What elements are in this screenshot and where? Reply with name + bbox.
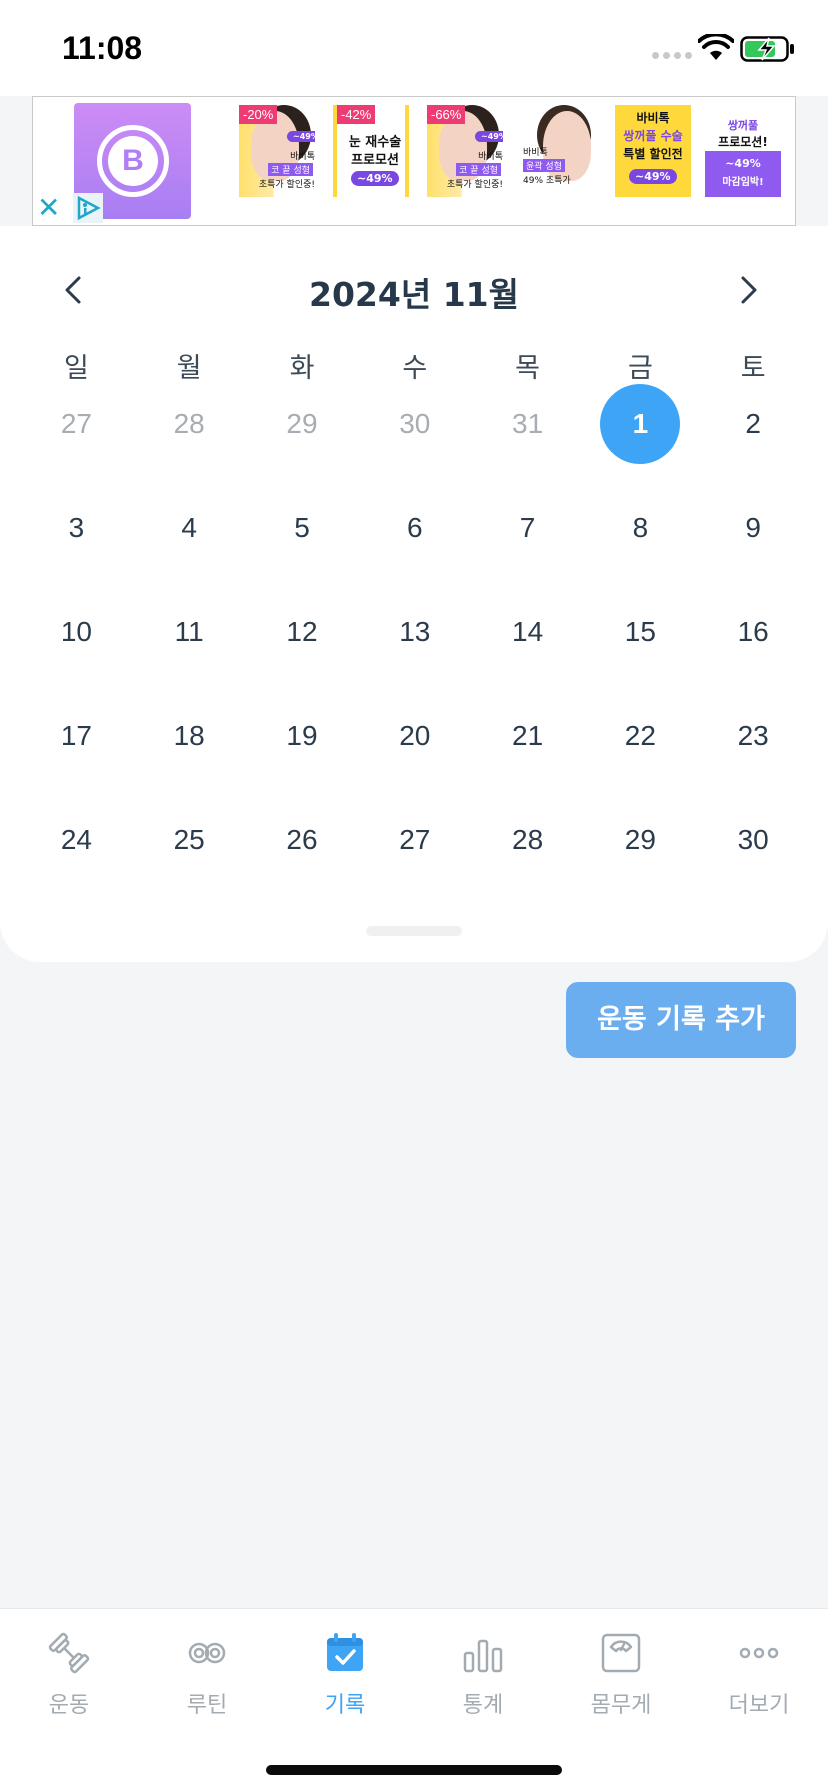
status-time: 11:08 (62, 30, 143, 66)
tab-label: 더보기 (728, 1693, 790, 1718)
calendar-week: 24 25 26 27 28 29 30 (20, 800, 810, 904)
more-dots-icon (739, 1647, 779, 1659)
calendar-day[interactable]: 31 (471, 384, 584, 488)
ad-tile[interactable]: -20% ~49% 바비톡 코 끝 성형 초특가 할인중! (239, 105, 315, 197)
calendar-day[interactable]: 22 (584, 696, 697, 800)
tab-more[interactable]: 더보기 (690, 1629, 828, 1729)
add-workout-record-button[interactable]: 운동 기록 추가 (566, 982, 796, 1058)
ad-close-icon[interactable]: ✕ (37, 194, 60, 222)
home-indicator[interactable] (266, 1765, 562, 1775)
dumbbell-icon (48, 1632, 90, 1674)
calendar-day[interactable]: 23 (697, 696, 810, 800)
calendar-day[interactable]: 27 (20, 384, 133, 488)
calendar-day-selected[interactable]: 1 (584, 384, 697, 488)
calendar-day[interactable]: 30 (697, 800, 810, 904)
cellular-signal-icon (652, 52, 692, 59)
ad-tile[interactable]: 바비톡 쌍꺼풀 수술 특별 할인전 ~49% (615, 105, 691, 197)
calendar-day[interactable]: 16 (697, 592, 810, 696)
calendar-day[interactable]: 17 (20, 696, 133, 800)
infinity-icon (188, 1642, 226, 1664)
calendar-day[interactable]: 2 (697, 384, 810, 488)
calendar-day[interactable]: 25 (133, 800, 246, 904)
calendar-week: 10 11 12 13 14 15 16 (20, 592, 810, 696)
weekday-label: 토 (740, 353, 766, 384)
calendar-day[interactable]: 20 (358, 696, 471, 800)
calendar-panel: 2024년 11월 일 월 화 수 목 금 토 27 28 29 30 31 1… (0, 226, 828, 962)
calendar-day[interactable]: 3 (20, 488, 133, 592)
status-bar: 11:08 (0, 0, 828, 96)
calendar-day[interactable]: 29 (584, 800, 697, 904)
calendar-week: 27 28 29 30 31 1 2 (20, 384, 810, 488)
ad-tile[interactable]: 쌍꺼풀 프로모션! ~49% 마감임박! (705, 105, 781, 197)
calendar-day[interactable]: 28 (471, 800, 584, 904)
ad-tile[interactable]: 바비톡 윤곽 성형 49% 초특가 (523, 105, 599, 197)
tab-label: 기록 (324, 1693, 366, 1718)
calendar-check-icon (327, 1633, 363, 1671)
calendar-week: 3 4 5 6 7 8 9 (20, 488, 810, 592)
ad-choices-icon[interactable] (73, 193, 103, 223)
bar-chart-icon (463, 1639, 503, 1673)
calendar-day[interactable]: 27 (358, 800, 471, 904)
weekday-label: 일 (63, 353, 89, 384)
chevron-right-icon[interactable] (728, 270, 768, 310)
calendar-day[interactable]: 15 (584, 592, 697, 696)
calendar-week: 17 18 19 20 21 22 23 (20, 696, 810, 800)
month-title: 2024년 11월 (309, 275, 519, 314)
calendar-grid: 27 28 29 30 31 1 2 3 4 5 6 7 8 9 10 11 1… (20, 384, 810, 904)
calendar-day[interactable]: 11 (133, 592, 246, 696)
calendar-day[interactable]: 30 (358, 384, 471, 488)
calendar-day[interactable]: 7 (471, 488, 584, 592)
tab-workout[interactable]: 운동 (0, 1629, 138, 1729)
calendar-day[interactable]: 29 (246, 384, 359, 488)
ad-tile[interactable]: -66% ~49% 바비톡 코 끝 성형 초특가 할인중! (427, 105, 503, 197)
calendar-day[interactable]: 12 (246, 592, 359, 696)
tab-routine[interactable]: 루틴 (138, 1629, 276, 1729)
ad-banner[interactable]: B ✕ -20% ~49% 바비톡 코 끝 성형 초특가 할인중! -42% 톡… (32, 96, 796, 226)
calendar-day[interactable]: 18 (133, 696, 246, 800)
calendar-day[interactable]: 19 (246, 696, 359, 800)
scale-icon (601, 1633, 641, 1673)
weekday-label: 월 (176, 353, 202, 384)
calendar-day[interactable]: 9 (697, 488, 810, 592)
battery-charging-icon (740, 36, 794, 62)
weekday-label: 화 (289, 353, 315, 384)
ad-tile[interactable]: -42% 톡 눈 재수술 프로모션 ~49% (333, 105, 409, 197)
calendar-day[interactable]: 14 (471, 592, 584, 696)
weekday-label: 수 (402, 353, 428, 384)
calendar-day[interactable]: 8 (584, 488, 697, 592)
calendar-day[interactable]: 28 (133, 384, 246, 488)
wifi-icon (698, 34, 734, 60)
tab-label: 루틴 (186, 1693, 228, 1718)
calendar-day[interactable]: 4 (133, 488, 246, 592)
weekday-header: 일 월 화 수 목 금 토 (20, 346, 810, 385)
tab-label: 통계 (462, 1693, 504, 1718)
drag-handle[interactable] (366, 926, 462, 936)
tab-label: 운동 (48, 1693, 90, 1718)
calendar-day[interactable]: 5 (246, 488, 359, 592)
tab-weight[interactable]: 몸무게 (552, 1629, 690, 1729)
calendar-day[interactable]: 10 (20, 592, 133, 696)
calendar-day[interactable]: 26 (246, 800, 359, 904)
calendar-day[interactable]: 13 (358, 592, 471, 696)
weekday-label: 목 (515, 353, 540, 384)
weekday-label: 금 (627, 353, 653, 384)
tab-record[interactable]: 기록 (276, 1629, 414, 1729)
calendar-day[interactable]: 21 (471, 696, 584, 800)
calendar-day[interactable]: 24 (20, 800, 133, 904)
tab-statistics[interactable]: 통계 (414, 1629, 552, 1729)
calendar-day[interactable]: 6 (358, 488, 471, 592)
tab-label: 몸무게 (590, 1693, 652, 1718)
